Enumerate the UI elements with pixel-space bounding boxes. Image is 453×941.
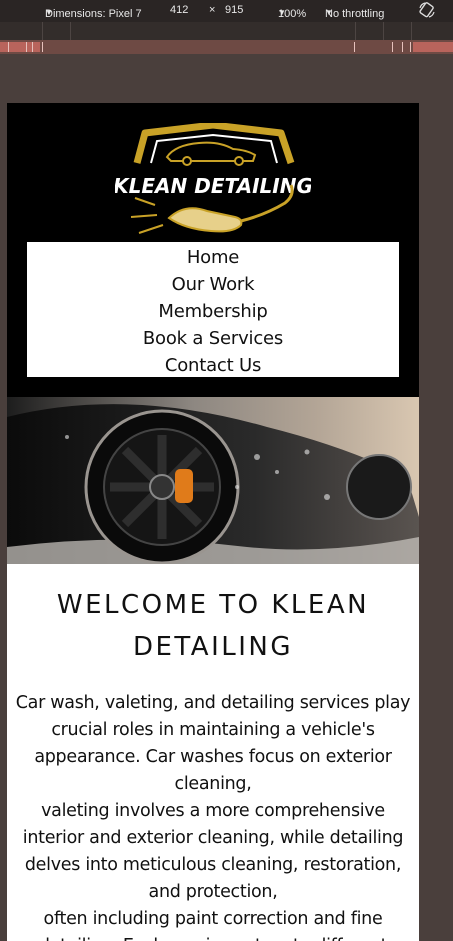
chevron-down-icon: ▼ bbox=[325, 8, 333, 17]
welcome-body-line: valeting involves a more comprehensive i… bbox=[22, 801, 404, 902]
site-logo[interactable]: KLEAN DETAILING bbox=[113, 121, 313, 238]
welcome-body-line: often including paint correction and fin… bbox=[39, 909, 388, 941]
throttling-label: No throttling bbox=[325, 8, 385, 20]
emulated-page: KLEAN DETAILING Home Our Work Membership… bbox=[7, 103, 419, 941]
welcome-body: Car wash, valeting, and detailing servic… bbox=[7, 690, 419, 941]
welcome-section: WELCOME TO KLEAN DETAILING Car wash, val… bbox=[7, 564, 419, 941]
hero-image bbox=[7, 397, 419, 564]
dimensions-label: Dimensions: Pixel 7 bbox=[45, 8, 142, 20]
nav-book-services[interactable]: Book a Services bbox=[143, 325, 283, 352]
nav-home[interactable]: Home bbox=[187, 244, 240, 271]
chevron-down-icon: ▼ bbox=[278, 8, 286, 17]
rotate-icon[interactable] bbox=[418, 1, 436, 22]
main-nav: Home Our Work Membership Book a Services… bbox=[27, 242, 399, 377]
nav-our-work[interactable]: Our Work bbox=[172, 271, 255, 298]
site-header: KLEAN DETAILING Home Our Work Membership… bbox=[7, 103, 419, 397]
nav-membership[interactable]: Membership bbox=[158, 298, 267, 325]
welcome-body-line: Car wash, valeting, and detailing servic… bbox=[15, 693, 411, 794]
times-sign: × bbox=[209, 4, 216, 16]
devtools-toolbar: Dimensions: Pixel 7 ▼ 412 × 915 100% ▼ N… bbox=[0, 0, 453, 22]
width-input[interactable]: 412 bbox=[170, 4, 188, 16]
media-query-ruler bbox=[0, 22, 453, 40]
welcome-title: WELCOME TO KLEAN DETAILING bbox=[56, 590, 370, 662]
nav-contact-us[interactable]: Contact Us bbox=[165, 352, 262, 379]
logo-text: KLEAN DETAILING bbox=[115, 174, 311, 198]
height-input[interactable]: 915 bbox=[225, 4, 243, 16]
chevron-down-icon: ▼ bbox=[45, 8, 53, 17]
media-query-bar[interactable] bbox=[0, 40, 453, 54]
